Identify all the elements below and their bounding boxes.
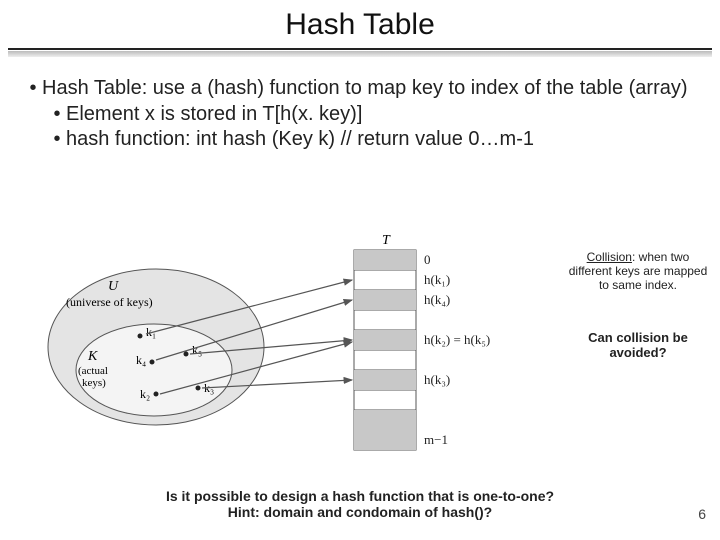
bottom-q-line1: Is it possible to design a hash function… [0,488,720,504]
bottom-q-line2: Hint: domain and condomain of hash()? [0,504,720,520]
label-U: U [108,279,119,294]
collision-note: Collision: when two different keys are m… [568,250,708,292]
title-area: Hash Table [0,0,720,58]
title-rule [8,48,712,58]
bullet-glyph: • [24,76,42,102]
bullet-glyph: • [48,102,66,128]
key-k5: k₅ [192,343,202,357]
key-k4: k₄ [136,353,146,367]
key-k2: k₂ [140,387,150,401]
label-T: T [382,233,391,248]
bottom-question: Is it possible to design a hash function… [0,488,720,520]
bullet-3: hash function: int hash (Key k) // retur… [66,127,534,153]
page-number: 6 [698,506,706,522]
collision-question: Can collision be avoided? [568,330,708,360]
label-K: K [87,349,98,364]
idx-hk3: h(k₃) [424,372,450,387]
side-notes: Collision: when two different keys are m… [568,250,708,360]
idx-hk25: h(k₂) = h(k₅) [424,332,490,347]
idx-0: 0 [424,252,431,267]
hash-diagram: U (universe of keys) K (actual keys) k₁ … [44,232,554,462]
label-U2: (universe of keys) [66,295,153,309]
collision-word: Collision [587,250,632,264]
label-K3: keys) [82,377,106,389]
label-K2: (actual [78,365,108,377]
idx-hk1: h(k₁) [424,272,450,287]
page-title: Hash Table [0,8,720,42]
body-bullets: • Hash Table: use a (hash) function to m… [0,58,720,153]
bullet-1: Hash Table: use a (hash) function to map… [42,76,688,102]
bullet-2: Element x is stored in T[h(x. key)] [66,102,362,128]
idx-hk4: h(k₄) [424,292,450,307]
bullet-glyph: • [48,127,66,153]
table-array: T [354,233,416,450]
idx-m1: m−1 [424,432,448,447]
